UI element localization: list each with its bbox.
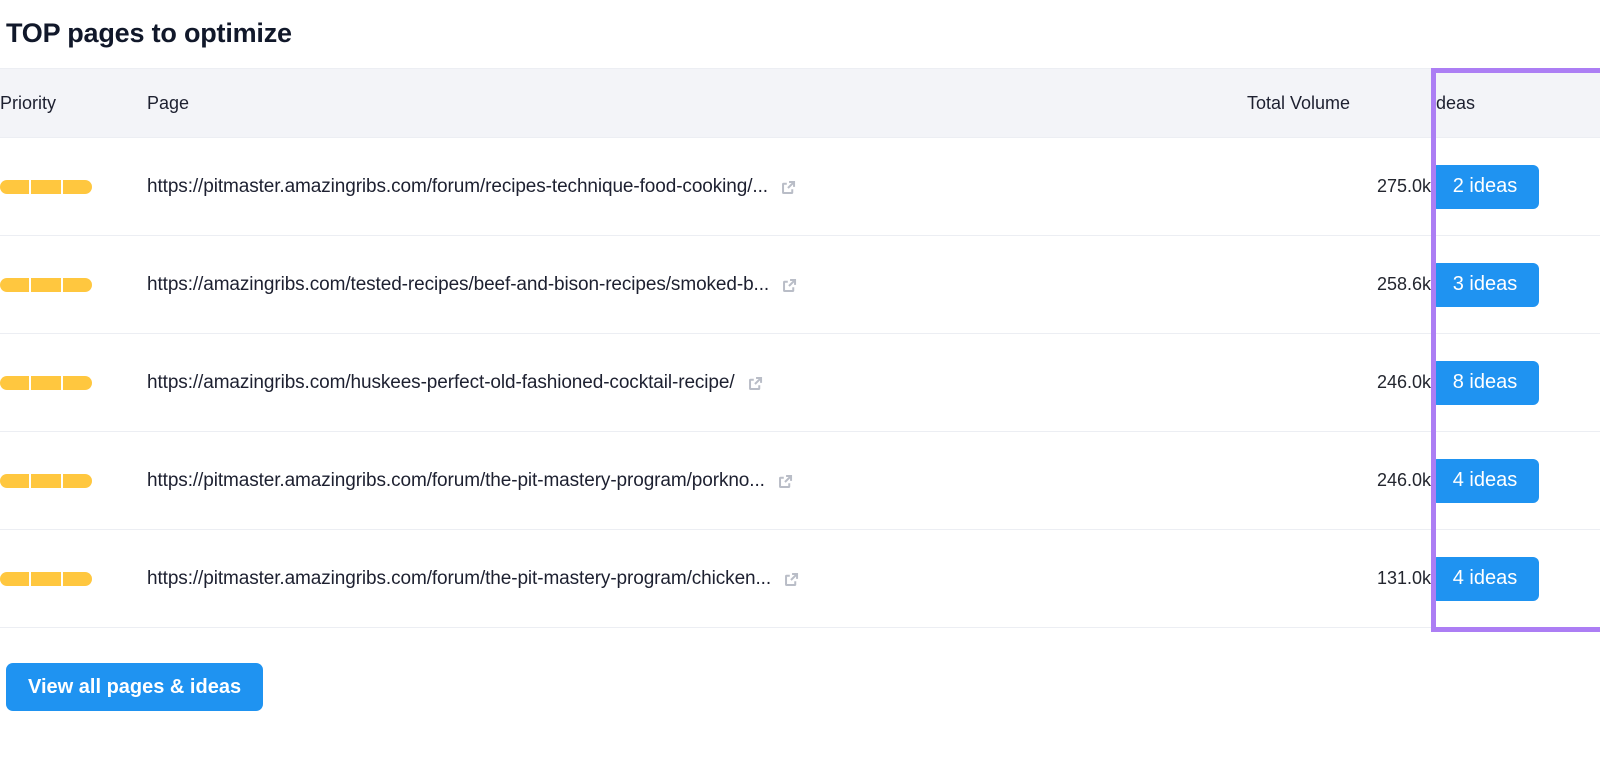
page-cell: https://pitmaster.amazingribs.com/forum/… (147, 431, 1247, 531)
priority-segment (62, 277, 92, 292)
priority-indicator (0, 277, 92, 292)
top-pages-panel: TOP pages to optimize Priority Page Tota… (0, 0, 1600, 712)
priority-segment (31, 571, 61, 586)
table-header: Priority Page Total Volume Ideas (0, 68, 1600, 139)
column-header-ideas[interactable]: Ideas (1431, 68, 1600, 139)
external-link-icon[interactable] (779, 178, 798, 197)
column-header-priority[interactable]: Priority (0, 68, 147, 139)
priority-segment (31, 375, 61, 390)
priority-segment (62, 571, 92, 586)
page-cell-inner: https://amazingribs.com/huskees-perfect-… (147, 372, 1247, 394)
page-cell: https://pitmaster.amazingribs.com/forum/… (147, 529, 1247, 629)
priority-segment (31, 179, 61, 194)
priority-segment (62, 473, 92, 488)
priority-indicator (0, 473, 92, 488)
table-row[interactable]: https://amazingribs.com/tested-recipes/b… (0, 235, 1600, 335)
total-volume-cell: 246.0k (1247, 431, 1431, 531)
total-volume-cell: 258.6k (1247, 235, 1431, 335)
page-url-text[interactable]: https://pitmaster.amazingribs.com/forum/… (147, 568, 771, 590)
page-url-text[interactable]: https://pitmaster.amazingribs.com/forum/… (147, 176, 768, 198)
page-cell: https://amazingribs.com/huskees-perfect-… (147, 333, 1247, 433)
priority-segment (31, 473, 61, 488)
table-header-row: Priority Page Total Volume Ideas (0, 68, 1600, 139)
ideas-cell: 4 ideas (1431, 431, 1600, 531)
page-cell-inner: https://pitmaster.amazingribs.com/forum/… (147, 176, 1247, 198)
external-link-icon[interactable] (746, 374, 765, 393)
page-cell: https://amazingribs.com/tested-recipes/b… (147, 235, 1247, 335)
column-header-page[interactable]: Page (147, 68, 1247, 139)
table-body: https://pitmaster.amazingribs.com/forum/… (0, 137, 1600, 629)
priority-cell (0, 137, 147, 237)
priority-segment (31, 277, 61, 292)
table-container: Priority Page Total Volume Ideas https:/… (0, 68, 1600, 633)
priority-segment (0, 277, 30, 292)
priority-segment (0, 473, 30, 488)
table-row[interactable]: https://pitmaster.amazingribs.com/forum/… (0, 431, 1600, 531)
priority-indicator (0, 375, 92, 390)
ideas-button[interactable]: 4 ideas (1431, 458, 1539, 503)
page-url-text[interactable]: https://amazingribs.com/huskees-perfect-… (147, 372, 735, 394)
external-link-icon[interactable] (782, 570, 801, 589)
ideas-cell: 8 ideas (1431, 333, 1600, 433)
total-volume-cell: 246.0k (1247, 333, 1431, 433)
external-link-icon[interactable] (780, 276, 799, 295)
ideas-button[interactable]: 4 ideas (1431, 556, 1539, 601)
priority-cell (0, 235, 147, 335)
priority-segment (0, 571, 30, 586)
priority-segment (62, 179, 92, 194)
external-link-icon[interactable] (776, 472, 795, 491)
priority-cell (0, 529, 147, 629)
page-cell-inner: https://amazingribs.com/tested-recipes/b… (147, 274, 1247, 296)
ideas-cell: 4 ideas (1431, 529, 1600, 629)
column-header-total-volume[interactable]: Total Volume (1247, 68, 1431, 139)
table-footer: View all pages & ideas (0, 628, 1600, 712)
table-row[interactable]: https://pitmaster.amazingribs.com/forum/… (0, 137, 1600, 237)
page-url-text[interactable]: https://amazingribs.com/tested-recipes/b… (147, 274, 769, 296)
priority-segment (62, 375, 92, 390)
priority-indicator (0, 179, 92, 194)
total-volume-cell: 131.0k (1247, 529, 1431, 629)
total-volume-cell: 275.0k (1247, 137, 1431, 237)
priority-cell (0, 431, 147, 531)
page-title: TOP pages to optimize (6, 18, 292, 48)
priority-segment (0, 179, 30, 194)
priority-cell (0, 333, 147, 433)
ideas-button[interactable]: 3 ideas (1431, 262, 1539, 307)
page-cell-inner: https://pitmaster.amazingribs.com/forum/… (147, 568, 1247, 590)
view-all-pages-and-ideas-button[interactable]: View all pages & ideas (6, 663, 264, 712)
page-url-text[interactable]: https://pitmaster.amazingribs.com/forum/… (147, 470, 765, 492)
ideas-cell: 3 ideas (1431, 235, 1600, 335)
table-row[interactable]: https://amazingribs.com/huskees-perfect-… (0, 333, 1600, 433)
table-row[interactable]: https://pitmaster.amazingribs.com/forum/… (0, 529, 1600, 629)
ideas-button[interactable]: 8 ideas (1431, 360, 1539, 405)
ideas-button[interactable]: 2 ideas (1431, 164, 1539, 209)
priority-indicator (0, 571, 92, 586)
page-cell-inner: https://pitmaster.amazingribs.com/forum/… (147, 470, 1247, 492)
top-pages-table: Priority Page Total Volume Ideas https:/… (0, 68, 1600, 629)
priority-segment (0, 375, 30, 390)
ideas-cell: 2 ideas (1431, 137, 1600, 237)
page-cell: https://pitmaster.amazingribs.com/forum/… (147, 137, 1247, 237)
